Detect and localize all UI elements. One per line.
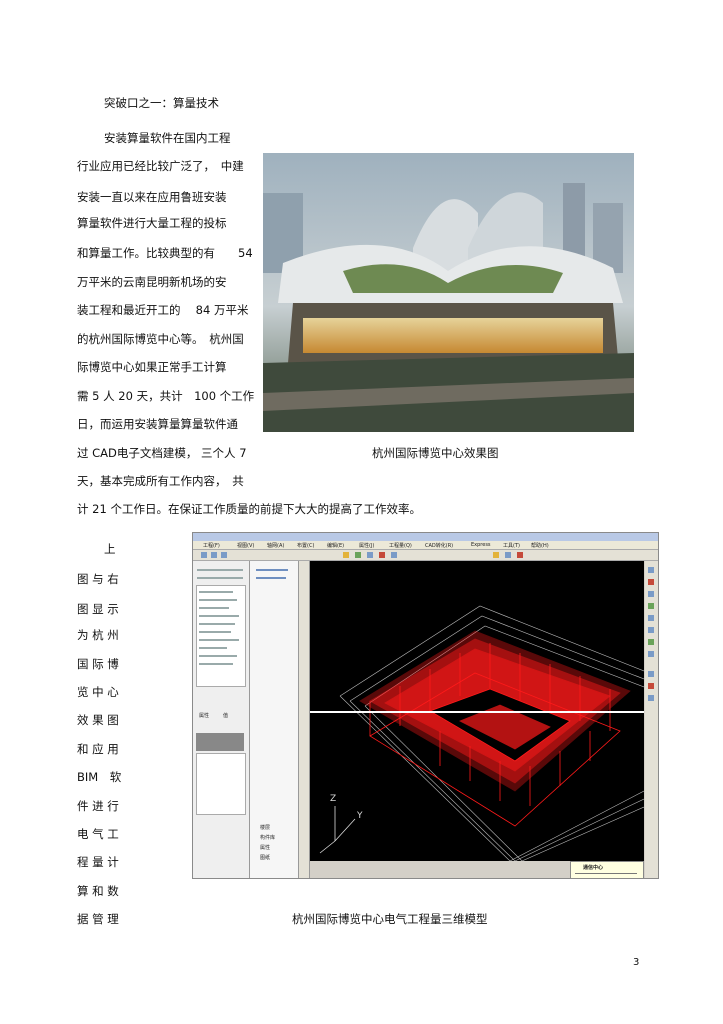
cad-software-screenshot: 工程(F) 视图(V) 轴网(A) 布置(C) 编辑(E) 属性(J) 工程量(… [192, 532, 659, 879]
y-axis-label: Y [356, 811, 363, 821]
menu-item: 工具(T) [503, 543, 520, 549]
text-line: 程 量 计 [77, 855, 119, 869]
text-line: 图 与 右 [77, 572, 119, 586]
text-line: 计 21 个工作日。在保证工作质量的前提下大大的提高了工作效率。 [77, 502, 421, 516]
component-library-tab: 构件库 [260, 835, 276, 841]
menu-item: CAD转化(R) [425, 543, 454, 549]
text-line: 算 和 数 [77, 884, 119, 898]
text-line: 装工程和最近开工的 84 万平米 [77, 303, 249, 317]
3d-model-viewport: Z Y [310, 561, 644, 861]
text-line: 际博览中心如果正常手工计算 [77, 360, 227, 374]
model-caption: 杭州国际博览中心电气工程量三维模型 [292, 912, 488, 926]
z-axis-label: Z [330, 794, 336, 804]
notification-title: 通信中心 [583, 865, 604, 871]
menu-item: 轴网(A) [267, 543, 285, 549]
drawing-tab: 图纸 [260, 855, 271, 861]
text-line: 为 杭 州 [77, 628, 119, 642]
draw-toolbar [299, 561, 310, 878]
text-line: 上 [104, 542, 116, 556]
text-line: 需 5 人 20 天，共计 100 个工作 [77, 389, 255, 403]
menu-item: 属性(J) [359, 543, 375, 549]
text-line: 电 气 工 [77, 827, 119, 841]
text-line: 和 应 用 [77, 742, 119, 756]
building-rendering-photo [263, 153, 634, 432]
property-tab: 属性 [199, 713, 210, 719]
menu-item: Express [471, 542, 491, 548]
value-tab: 值 [223, 713, 229, 719]
menu-bar: 工程(F) 视图(V) 轴网(A) 布置(C) 编辑(E) 属性(J) 工程量(… [193, 541, 658, 550]
menu-item: 工程量(Q) [389, 543, 412, 549]
text-line: 效 果 图 [77, 713, 119, 727]
text-line: 图 显 示 [77, 602, 119, 616]
layer-panel: 楼层 构件库 属性 图纸 [250, 561, 299, 878]
text-line: 算量软件进行大量工程的投标 [77, 216, 227, 230]
text-line: 行业应用已经比较广泛了， 中建 [77, 159, 244, 173]
text-line: BIM 软 [77, 770, 122, 784]
photo-caption: 杭州国际博览中心效果图 [372, 446, 499, 460]
page-number: 3 [633, 957, 640, 968]
text-line: 览 中 心 [77, 685, 119, 699]
heading: 突破口之一：算量技术 [104, 96, 219, 110]
text-line: 过 CAD电子文档建模， 三个人 7 [77, 446, 247, 460]
menu-item: 工程(F) [203, 543, 220, 549]
toolbar [193, 550, 658, 561]
menu-item: 布置(C) [297, 543, 315, 549]
text-line: 安装一直以来在应用鲁班安装 [77, 190, 227, 204]
floor-tab: 楼层 [260, 825, 271, 831]
text-line: 安装算量软件在国内工程 [104, 131, 231, 145]
text-line: 和算量工作。比较典型的有 54 [77, 246, 253, 260]
text-line: 件 进 行 [77, 799, 119, 813]
menu-item: 视图(V) [237, 543, 255, 549]
menu-item: 帮助(H) [531, 543, 549, 549]
component-tree-panel: 属性 值 [193, 561, 250, 878]
text-line: 国 际 博 [77, 657, 119, 671]
electrical-model [359, 630, 631, 827]
text-line: 天，基本完成所有工作内容， 共 [77, 474, 244, 488]
text-line: 万平米的云南昆明新机场的安 [77, 275, 227, 289]
right-toolbar [645, 561, 658, 878]
notification-popup: 通信中心 [570, 861, 644, 878]
text-line: 的杭州国际博览中心等。 杭州国 [77, 332, 244, 346]
text-line: 据 管 理 [77, 912, 119, 926]
text-line: 日，而运用安装算量算量软件通 [77, 417, 238, 431]
menu-item: 编辑(E) [327, 543, 345, 549]
title-bar [193, 533, 658, 541]
attribute-tab: 属性 [260, 845, 271, 851]
